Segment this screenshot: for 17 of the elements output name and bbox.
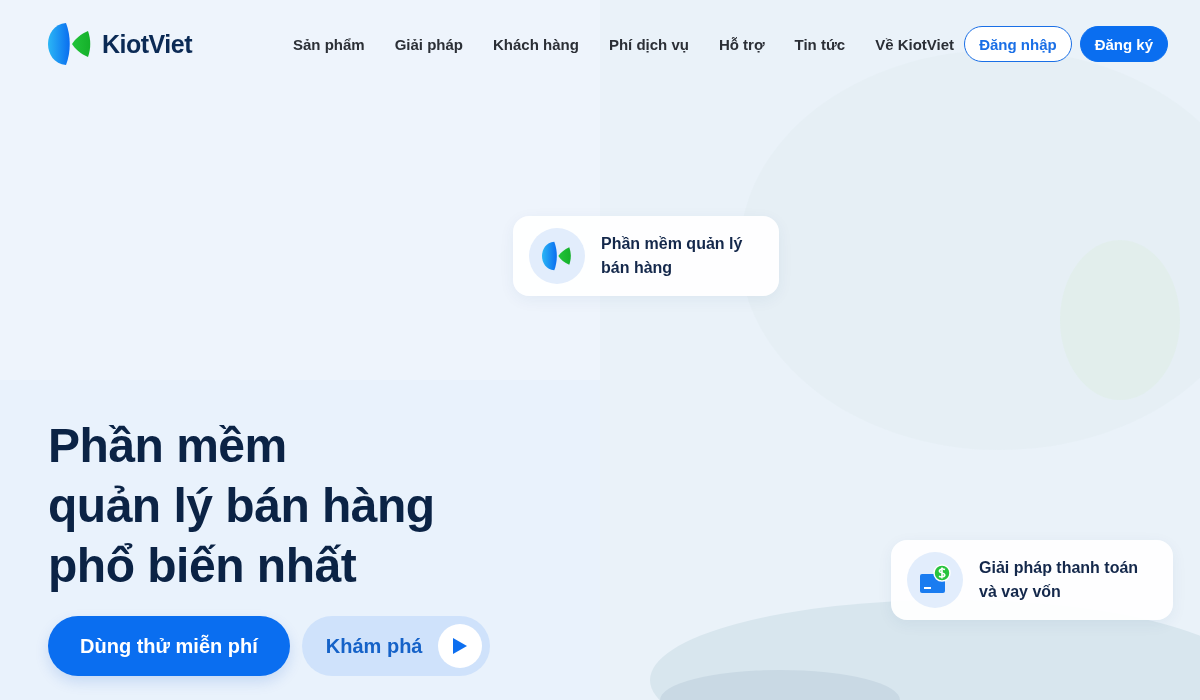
nav-link[interactable]: Khách hàng xyxy=(493,35,579,53)
feature-text: Giải pháp thanh toán và vay vốn xyxy=(979,558,1140,602)
free-trial-button[interactable]: Dùng thử miễn phí xyxy=(48,616,290,676)
nav-link[interactable]: Về KiotViet xyxy=(875,35,955,53)
register-button[interactable]: Đăng ký xyxy=(1079,26,1168,62)
hero-title: phổ biến nhất xyxy=(48,538,357,594)
nav-link[interactable]: Hỗ trợ xyxy=(718,35,765,53)
explore-button[interactable]: Khám phá xyxy=(301,616,491,676)
hero-title: Phần mềm xyxy=(48,418,287,474)
nav-link[interactable]: Sản phẩm xyxy=(293,35,365,53)
logo-text[interactable]: KiotViet xyxy=(102,29,192,59)
feature-text: Phần mềm quản lý bán hàng xyxy=(601,234,744,278)
nav-link[interactable]: Phí dịch vụ xyxy=(608,35,689,53)
nav-link[interactable]: Giải pháp xyxy=(394,35,464,53)
nav-link[interactable]: Tin tức xyxy=(794,35,846,53)
login-button[interactable]: Đăng nhập xyxy=(964,26,1072,62)
hero-title: quản lý bán hàng xyxy=(48,478,435,534)
